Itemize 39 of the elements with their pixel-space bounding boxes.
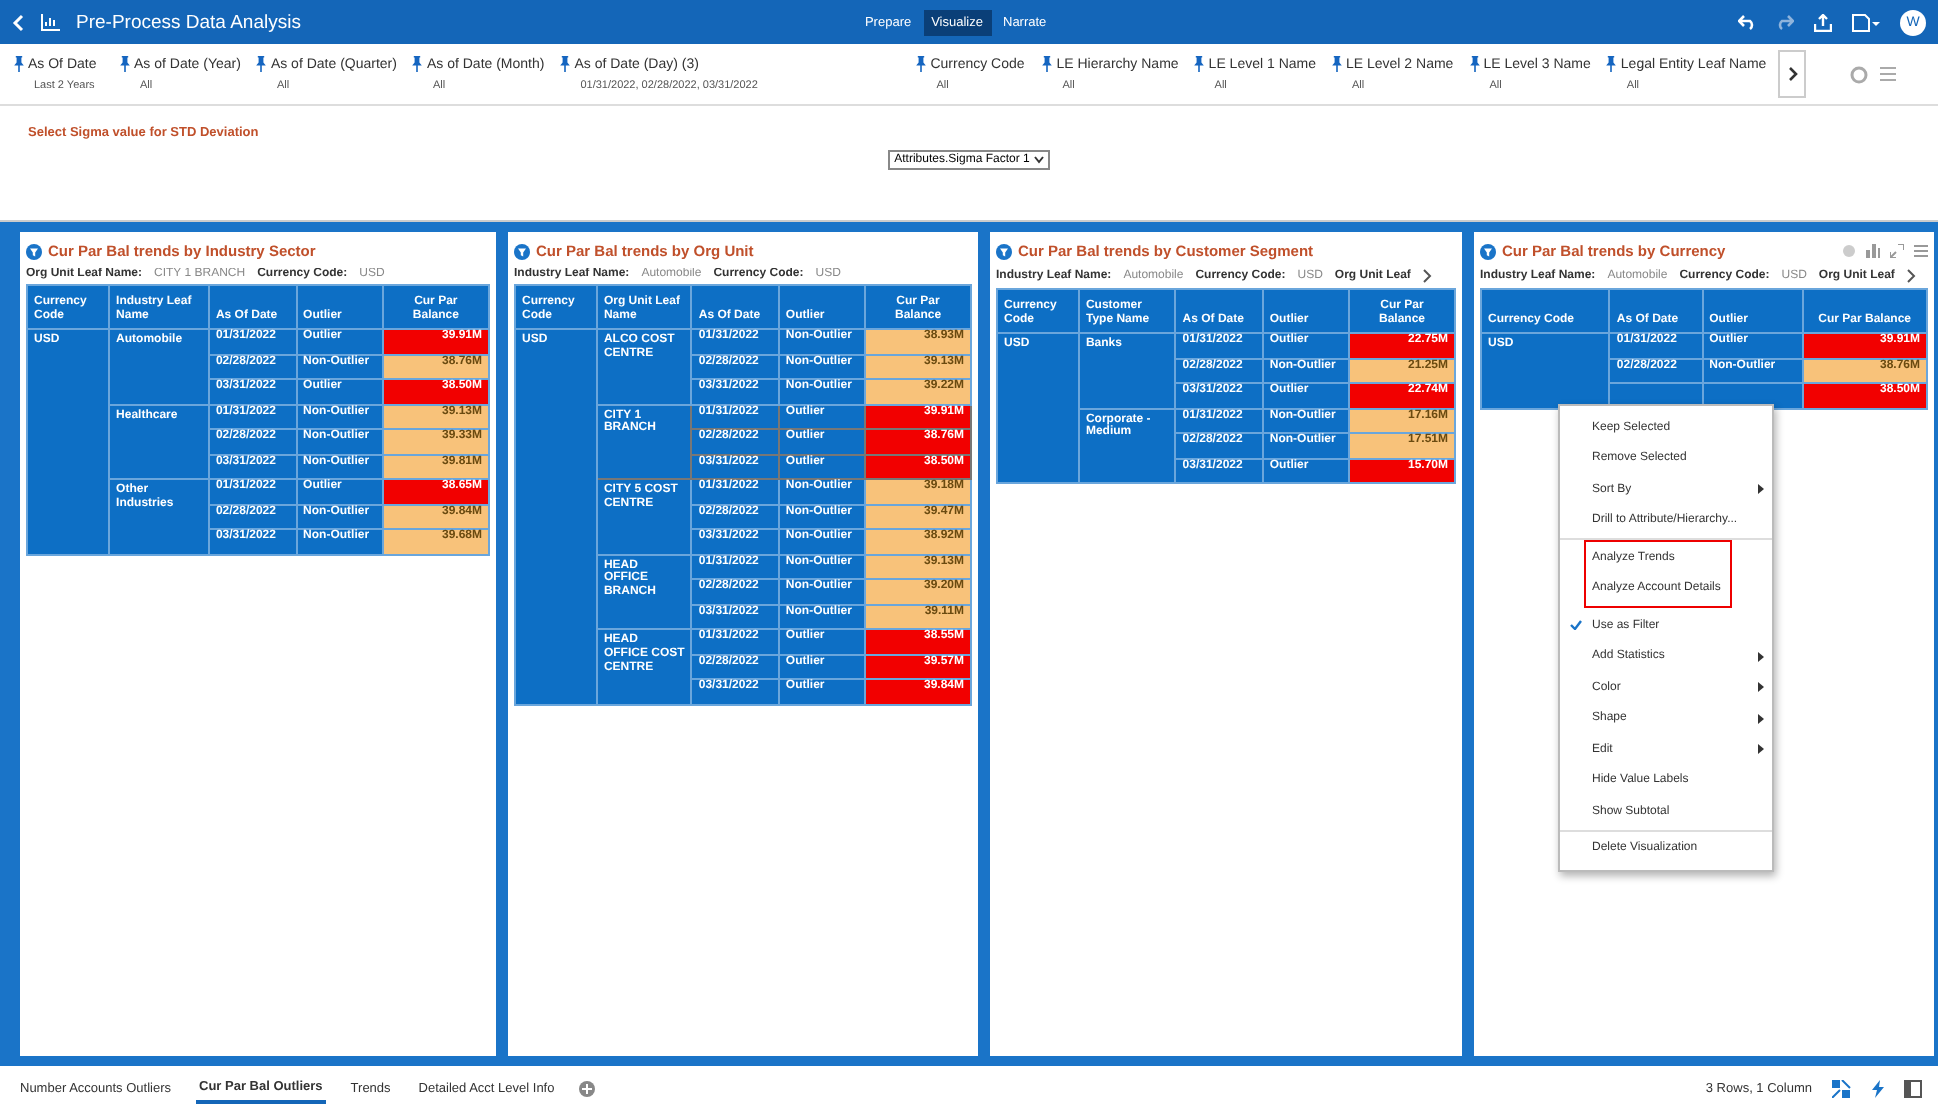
filter-icon <box>26 243 42 259</box>
lightning-icon[interactable] <box>1872 1079 1884 1097</box>
chevron-right-icon[interactable] <box>1906 268 1917 284</box>
filter-icon <box>1480 243 1496 259</box>
submenu-arrow-icon <box>1758 744 1764 755</box>
pin-icon <box>1332 56 1342 72</box>
filter-icon <box>996 243 1012 259</box>
submenu-arrow-icon <box>1758 682 1764 693</box>
pin-icon <box>1042 56 1053 72</box>
pin-icon <box>1469 56 1480 72</box>
submenu-arrow-icon <box>1758 484 1764 495</box>
add-icon[interactable] <box>578 1079 597 1097</box>
caret-icon <box>1033 156 1044 164</box>
chart-icon <box>40 13 60 31</box>
pin-icon <box>256 56 267 72</box>
scroll-right-button[interactable] <box>1778 50 1807 98</box>
chevron-right-icon <box>1787 66 1798 82</box>
grid-icon[interactable] <box>1832 1079 1852 1097</box>
pin-icon <box>916 56 927 72</box>
bar-chart-icon[interactable] <box>1866 244 1880 258</box>
redo-icon[interactable] <box>1776 14 1794 30</box>
submenu-arrow-icon <box>1758 651 1764 662</box>
pin-icon <box>14 56 24 72</box>
menu-icon[interactable] <box>1914 244 1928 258</box>
back-icon[interactable] <box>12 13 24 31</box>
save-icon[interactable] <box>1852 13 1880 31</box>
submenu-arrow-icon <box>1758 713 1764 724</box>
window-title: Pre-Process Data Analysis <box>76 11 301 33</box>
pin-icon <box>120 56 130 72</box>
expand-icon[interactable] <box>1890 244 1904 258</box>
pin-icon <box>1194 56 1205 72</box>
export-icon[interactable] <box>1814 13 1832 31</box>
filter-icon <box>514 243 530 259</box>
pin-icon <box>412 56 423 72</box>
chevron-right-icon[interactable] <box>1422 268 1433 284</box>
pin-icon <box>1606 56 1617 72</box>
panel-icon[interactable] <box>1904 1079 1922 1097</box>
pin-icon <box>560 56 571 72</box>
undo-icon[interactable] <box>1738 14 1756 30</box>
